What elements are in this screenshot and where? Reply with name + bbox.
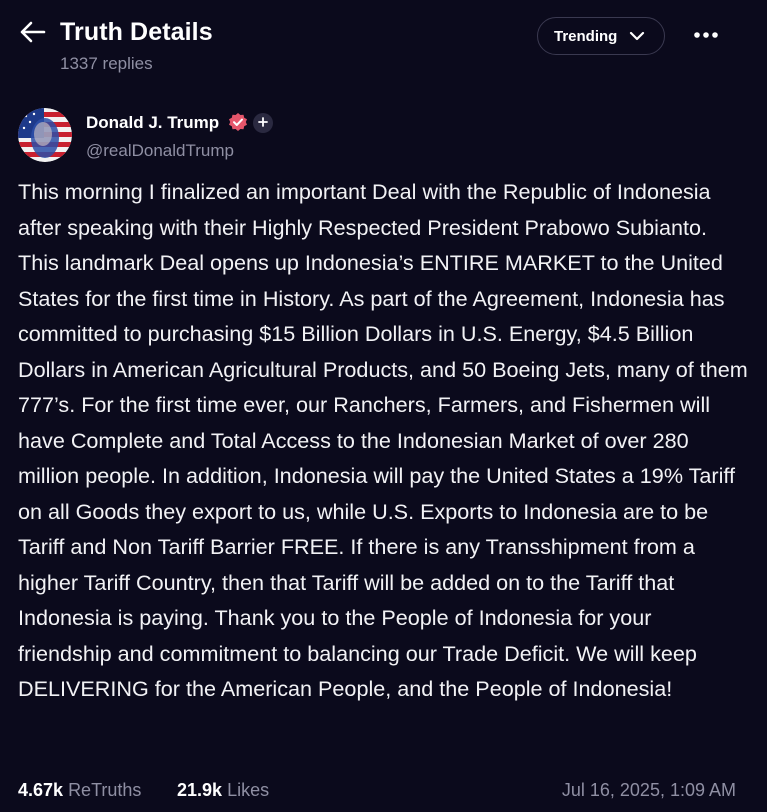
author-avatar[interactable] xyxy=(18,108,72,162)
post-text: This morning I finalized an important De… xyxy=(18,179,748,701)
truth-details-page: Truth Details 1337 replies Trending Dona… xyxy=(0,0,767,812)
retruths-count: 4.67k xyxy=(18,780,64,800)
more-options-button[interactable] xyxy=(690,24,722,46)
page-header: Truth Details 1337 replies Trending xyxy=(0,0,767,90)
back-button[interactable] xyxy=(18,20,48,48)
sort-dropdown-button[interactable]: Trending xyxy=(537,17,665,55)
retruths-stat[interactable]: 4.67k ReTruths xyxy=(18,780,141,801)
plus-icon xyxy=(258,114,268,132)
page-title: Truth Details xyxy=(60,18,213,46)
verified-badge-icon xyxy=(228,112,248,132)
likes-stat[interactable]: 21.9k Likes xyxy=(177,780,269,801)
post-timestamp: Jul 16, 2025, 1:09 AM xyxy=(561,780,736,800)
likes-count: 21.9k xyxy=(177,780,223,800)
author-name[interactable]: Donald J. Trump xyxy=(86,113,219,133)
author-handle[interactable]: @realDonaldTrump xyxy=(86,141,234,161)
chevron-down-icon xyxy=(629,31,645,41)
post-stats: 4.67k ReTruths 21.9k Likes Jul 16, 2025,… xyxy=(18,780,748,808)
more-horizontal-icon xyxy=(693,26,719,44)
retruths-label: ReTruths xyxy=(68,780,142,800)
follow-button[interactable] xyxy=(253,113,273,133)
reply-count: 1337 replies xyxy=(60,54,153,73)
sort-label: Trending xyxy=(554,27,618,45)
likes-label: Likes xyxy=(227,780,270,800)
back-arrow-icon xyxy=(20,21,46,48)
